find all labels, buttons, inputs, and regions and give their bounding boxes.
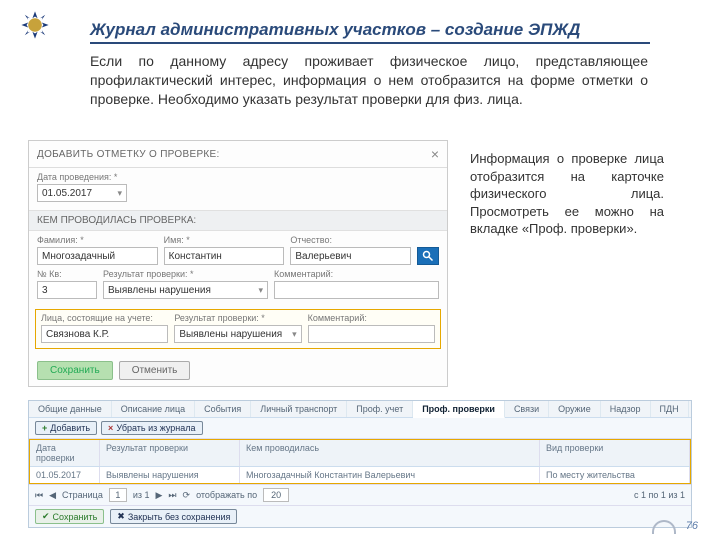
save-button[interactable]: Сохранить	[37, 361, 113, 380]
nkv-field[interactable]: 3	[37, 281, 97, 299]
p-result-label: Результат проверки: *	[174, 313, 301, 323]
person-field[interactable]: Связнова К.Р.	[41, 325, 168, 343]
col-result: Результат проверки	[100, 440, 240, 466]
tab-general[interactable]: Общие данные	[29, 401, 112, 417]
page-title: Журнал административных участков – созда…	[90, 20, 650, 44]
tab-prof-checks[interactable]: Проф. проверки	[413, 401, 505, 418]
patronymic-label: Отчество:	[290, 235, 411, 245]
card-save-button[interactable]: ✔Сохранить	[35, 509, 104, 524]
result-select[interactable]: Выявлены нарушения	[103, 281, 268, 299]
tab-weapon[interactable]: Оружие	[549, 401, 601, 417]
minus-icon: ×	[108, 423, 113, 433]
tab-pdn[interactable]: ПДН	[651, 401, 689, 417]
pager-of: из 1	[133, 490, 150, 500]
cell-who: Многозадачный Константин Валерьевич	[240, 467, 540, 483]
name-field[interactable]: Константин	[164, 247, 285, 265]
person-card-panel: Общие данные Описание лица События Личны…	[28, 400, 692, 528]
tab-nadzor[interactable]: Надзор	[601, 401, 651, 417]
remove-button[interactable]: ×Убрать из журнала	[101, 421, 202, 435]
person-highlight-row: Лица, состоящие на учете: Связнова К.Р. …	[35, 309, 441, 349]
comment-field[interactable]	[274, 281, 439, 299]
table-row[interactable]: 01.05.2017 Выявлены нарушения Многозадач…	[30, 467, 690, 483]
nkv-label: № Кв:	[37, 269, 97, 279]
pager-next-icon[interactable]: ▶	[156, 490, 163, 501]
pager-summary: с 1 по 1 из 1	[634, 490, 685, 500]
pager-refresh-icon[interactable]: ⟳	[183, 490, 191, 501]
card-close-button[interactable]: ✖Закрыть без сохранения	[110, 509, 237, 524]
grid-highlight: Дата проверки Результат проверки Кем про…	[29, 439, 691, 484]
close-icon: ✖	[117, 511, 125, 522]
col-date: Дата проверки	[30, 440, 100, 466]
date-field[interactable]: 01.05.2017	[37, 184, 127, 202]
cell-result: Выявлены нарушения	[100, 467, 240, 483]
intro-text: Если по данному адресу проживает физичес…	[90, 52, 648, 109]
cancel-button[interactable]: Отменить	[119, 361, 191, 380]
pager-page-label: Страница	[62, 490, 103, 500]
pager-prev-icon[interactable]: ◀	[49, 490, 56, 501]
persons-label: Лица, состоящие на учете:	[41, 313, 168, 323]
plus-icon: +	[42, 423, 47, 433]
tab-transport[interactable]: Личный транспорт	[251, 401, 347, 417]
save-icon: ✔	[42, 511, 50, 522]
col-who: Кем проводилась	[240, 440, 540, 466]
search-button[interactable]	[417, 247, 439, 265]
surname-field[interactable]: Многозадачный	[37, 247, 158, 265]
page-number: 76	[686, 520, 698, 532]
cell-date: 01.05.2017	[30, 467, 100, 483]
mvd-emblem	[18, 8, 52, 42]
pager-show-label: отображать по	[196, 490, 257, 500]
pager-first-icon[interactable]: ⏮	[35, 490, 43, 501]
p-comment-label: Комментарий:	[308, 313, 435, 323]
who-section-head: КЕМ ПРОВОДИЛАСЬ ПРОВЕРКА:	[29, 210, 447, 231]
pager-page-input[interactable]: 1	[109, 488, 127, 502]
pager-size-select[interactable]: 20	[263, 488, 289, 502]
search-icon	[422, 250, 434, 262]
add-button[interactable]: +Добавить	[35, 421, 97, 435]
side-note: Информация о проверке лица отобразится н…	[470, 150, 664, 238]
surname-label: Фамилия: *	[37, 235, 158, 245]
result-label: Результат проверки: *	[103, 269, 268, 279]
add-check-modal: ДОБАВИТЬ ОТМЕТКУ О ПРОВЕРКЕ: × Дата пров…	[28, 140, 448, 387]
cell-kind: По месту жительства	[540, 467, 690, 483]
modal-title: ДОБАВИТЬ ОТМЕТКУ О ПРОВЕРКЕ:	[37, 149, 220, 160]
tab-events[interactable]: События	[195, 401, 251, 417]
comment-label: Комментарий:	[274, 269, 439, 279]
tab-prof-uchet[interactable]: Проф. учет	[347, 401, 413, 417]
card-tabs: Общие данные Описание лица События Личны…	[29, 401, 691, 418]
tab-description[interactable]: Описание лица	[112, 401, 195, 417]
date-label: Дата проведения: *	[37, 172, 439, 182]
col-kind: Вид проверки	[540, 440, 690, 466]
close-icon[interactable]: ×	[431, 146, 439, 162]
pager-last-icon[interactable]: ⏭	[168, 490, 176, 501]
p-result-select[interactable]: Выявлены нарушения	[174, 325, 301, 343]
patronymic-field[interactable]: Валерьевич	[290, 247, 411, 265]
p-comment-field[interactable]	[308, 325, 435, 343]
tab-links[interactable]: Связи	[505, 401, 549, 417]
name-label: Имя: *	[164, 235, 285, 245]
